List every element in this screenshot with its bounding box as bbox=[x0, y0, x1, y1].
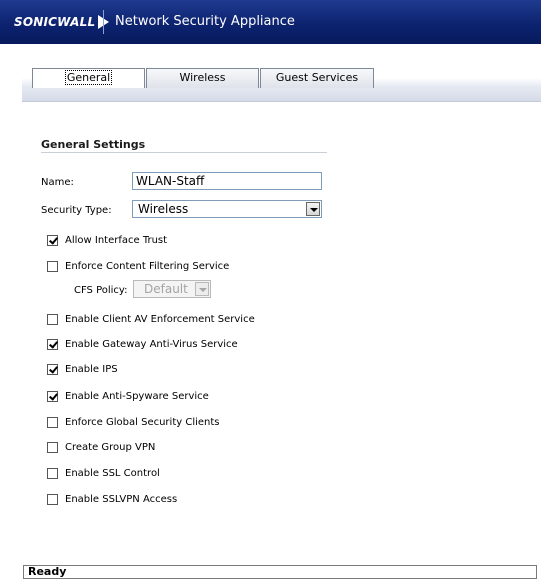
option-label: Enable SSL Control bbox=[65, 467, 160, 479]
tab-wireless-label: Wireless bbox=[179, 71, 226, 84]
option-ssl-control[interactable]: Enable SSL Control bbox=[47, 466, 160, 480]
logo-text: SONICWALL bbox=[14, 15, 96, 29]
security-type-select[interactable]: Wireless bbox=[132, 200, 322, 218]
section-title: General Settings bbox=[41, 138, 146, 151]
security-type-value: Wireless bbox=[138, 202, 189, 216]
cfs-policy-label: CFS Policy: bbox=[74, 285, 128, 296]
security-type-label: Security Type: bbox=[41, 205, 112, 216]
option-sslvpn-access[interactable]: Enable SSLVPN Access bbox=[47, 492, 177, 506]
sonicwall-logo: SONICWALL bbox=[14, 13, 110, 31]
tab-general[interactable]: General bbox=[32, 68, 145, 88]
name-field[interactable]: WLAN-Staff bbox=[132, 172, 322, 190]
checkbox[interactable] bbox=[47, 493, 58, 505]
tab-wireless[interactable]: Wireless bbox=[146, 68, 259, 88]
checkbox[interactable] bbox=[47, 234, 58, 246]
app-title: Network Security Appliance bbox=[115, 14, 295, 29]
checkbox[interactable] bbox=[47, 441, 58, 453]
option-anti-spyware[interactable]: Enable Anti-Spyware Service bbox=[47, 389, 209, 403]
cfs-policy-select: Default bbox=[133, 280, 211, 298]
name-label: Name: bbox=[41, 177, 74, 188]
option-label: Create Group VPN bbox=[65, 441, 156, 453]
checkbox[interactable] bbox=[47, 390, 58, 402]
status-bar: Ready bbox=[23, 565, 537, 579]
app-header: SONICWALL Network Security Appliance bbox=[0, 0, 541, 44]
option-label: Enable Anti-Spyware Service bbox=[65, 390, 209, 402]
option-gateway-av[interactable]: Enable Gateway Anti-Virus Service bbox=[47, 337, 238, 351]
option-enforce-cfs[interactable]: Enforce Content Filtering Service bbox=[47, 259, 229, 273]
checkbox[interactable] bbox=[47, 363, 58, 375]
option-client-av[interactable]: Enable Client AV Enforcement Service bbox=[47, 312, 255, 326]
tab-bar: General Wireless Guest Services bbox=[22, 68, 541, 102]
checkbox[interactable] bbox=[47, 313, 58, 325]
option-label: Enable IPS bbox=[65, 363, 118, 375]
tab-general-label: General bbox=[64, 70, 113, 85]
checkbox[interactable] bbox=[47, 416, 58, 428]
tab-guest-services[interactable]: Guest Services bbox=[260, 68, 374, 88]
checkbox[interactable] bbox=[47, 260, 58, 272]
option-label: Enforce Global Security Clients bbox=[65, 416, 220, 428]
chevron-down-icon[interactable] bbox=[306, 202, 320, 216]
tab-guest-services-label: Guest Services bbox=[275, 71, 359, 84]
option-ips[interactable]: Enable IPS bbox=[47, 362, 118, 376]
option-label: Enforce Content Filtering Service bbox=[65, 260, 230, 272]
section-divider bbox=[41, 152, 327, 153]
option-label: Allow Interface Trust bbox=[65, 234, 168, 246]
option-global-security-clients[interactable]: Enforce Global Security Clients bbox=[47, 415, 220, 429]
option-allow-interface-trust[interactable]: Allow Interface Trust bbox=[47, 233, 167, 247]
chevron-down-icon bbox=[195, 282, 209, 296]
option-label: Enable SSLVPN Access bbox=[65, 493, 178, 505]
option-group-vpn[interactable]: Create Group VPN bbox=[47, 440, 155, 454]
checkbox[interactable] bbox=[47, 467, 58, 479]
option-label: Enable Client AV Enforcement Service bbox=[65, 313, 255, 325]
option-label: Enable Gateway Anti-Virus Service bbox=[65, 338, 238, 350]
cfs-policy-value: Default bbox=[144, 282, 188, 296]
header-divider bbox=[103, 10, 104, 34]
status-text: Ready bbox=[28, 565, 67, 578]
checkbox[interactable] bbox=[47, 338, 58, 350]
